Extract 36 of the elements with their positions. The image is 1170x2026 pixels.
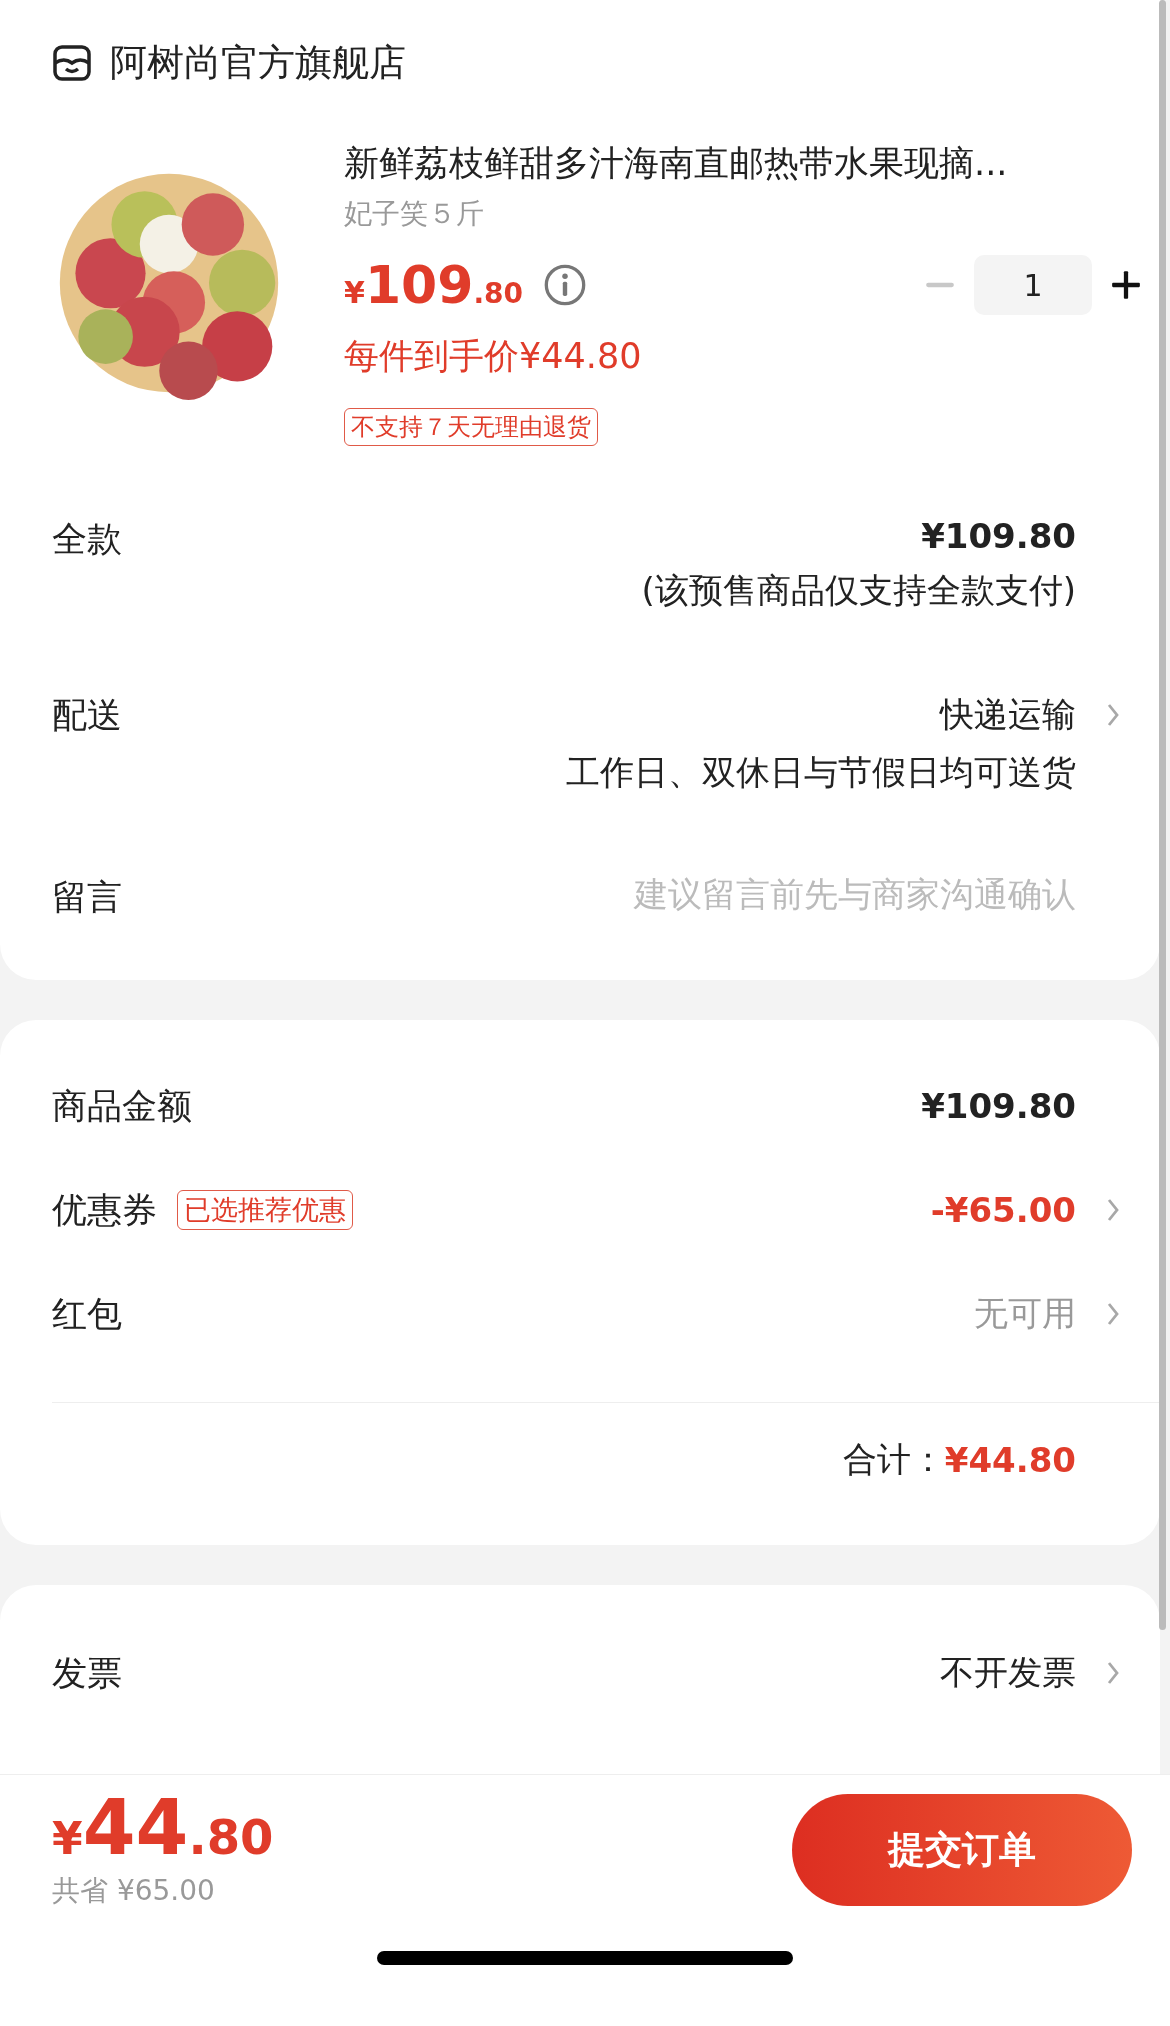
store-icon xyxy=(52,43,92,83)
row-value: 不开发票 xyxy=(940,1651,1076,1694)
info-icon[interactable] xyxy=(543,263,588,307)
store-name[interactable]: 阿树尚官方旗舰店 xyxy=(110,38,406,88)
plus-icon[interactable] xyxy=(1110,269,1142,301)
total-label: 合计： xyxy=(842,1438,945,1481)
row-label: 商品金额 xyxy=(52,1084,192,1128)
chevron-icon[interactable] xyxy=(1106,1197,1120,1223)
row-label: 优惠券 xyxy=(52,1188,157,1232)
row-label: 全款 xyxy=(52,518,122,561)
row-value: ¥109.80 xyxy=(921,1086,1076,1126)
chevron-icon[interactable] xyxy=(1106,1301,1120,1327)
savings-text: 共省 ¥65.00 xyxy=(52,1873,216,1909)
row-label: 红包 xyxy=(52,1292,122,1336)
product-title[interactable]: 新鲜荔枝鲜甜多汁海南直邮热带水果现摘... xyxy=(344,140,1008,187)
total-price: ¥44.80 xyxy=(52,1790,274,1866)
submit-order-button[interactable]: 提交订单 xyxy=(792,1794,1132,1906)
row-value: 快递运输 xyxy=(940,693,1076,736)
row-value: ¥109.80 xyxy=(921,516,1076,556)
row-label: 发票 xyxy=(52,1651,122,1695)
row-value: -¥65.00 xyxy=(930,1190,1076,1230)
row-note: (该预售商品仅支持全款支付) xyxy=(641,569,1076,612)
quantity-field[interactable]: 1 xyxy=(974,255,1092,315)
row-label: 留言 xyxy=(52,876,122,919)
coupon-badge: 已选推荐优惠 xyxy=(177,1190,353,1230)
unit-price: 每件到手价¥44.80 xyxy=(344,335,642,378)
row-note: 工作日、双休日与节假日均可送货 xyxy=(566,751,1076,794)
chevron-icon[interactable] xyxy=(1106,1660,1120,1686)
product-spec: 妃子笑５斤 xyxy=(344,196,484,232)
total-value: ¥44.80 xyxy=(944,1440,1076,1480)
row-value: 无可用 xyxy=(974,1292,1076,1335)
product-price: ¥109.80 xyxy=(344,255,524,315)
row-label: 配送 xyxy=(52,694,122,737)
message-field[interactable]: 建议留言前先与商家沟通确认 xyxy=(516,874,1076,914)
return-policy-tag: 不支持７天无理由退货 xyxy=(344,408,598,446)
chevron-icon[interactable] xyxy=(1106,702,1120,728)
